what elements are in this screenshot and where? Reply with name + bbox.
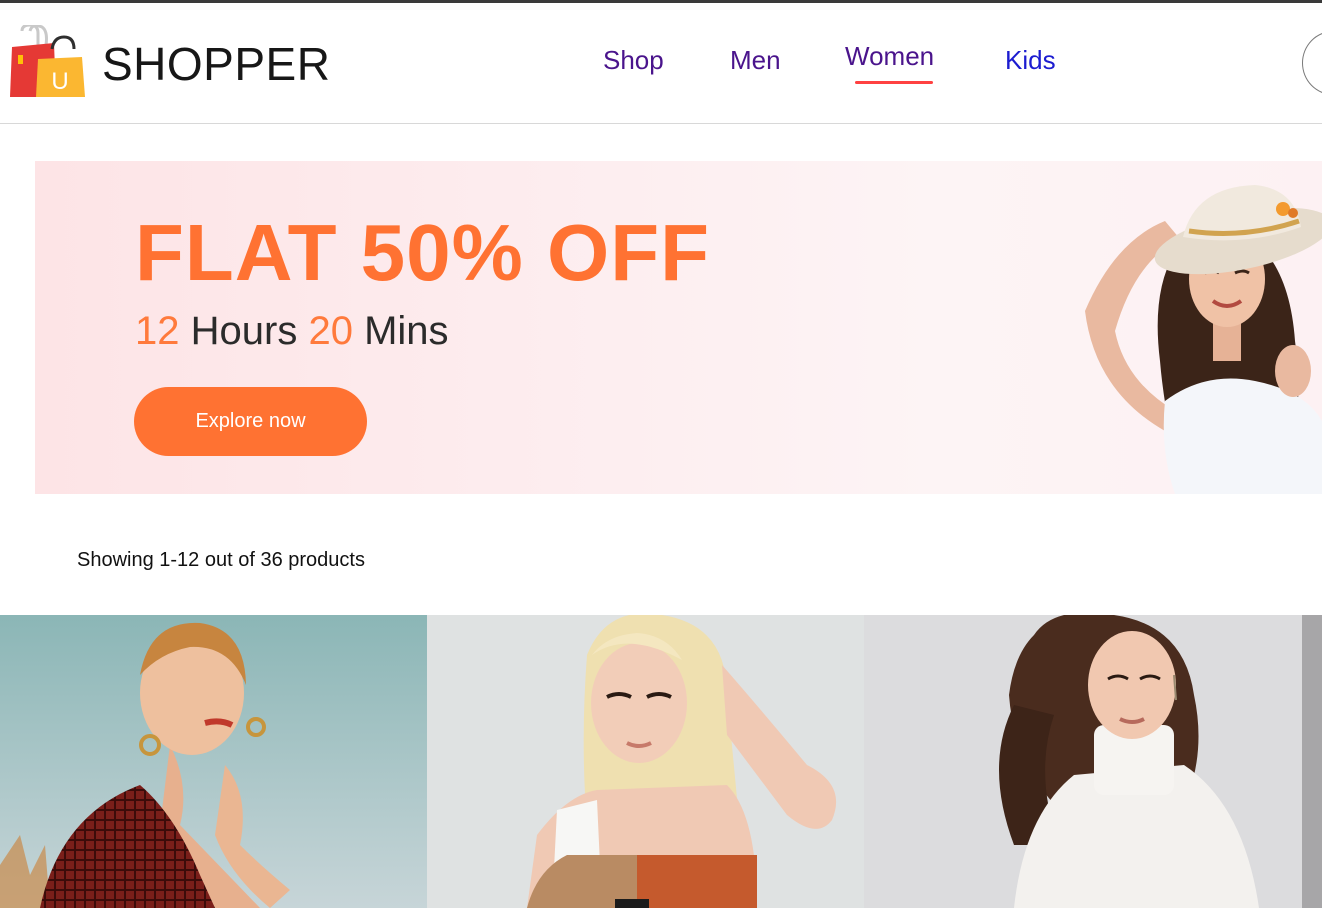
woman-white-turtleneck-photo [864, 615, 1302, 908]
navbar: U SHOPPER Shop Men Women Kids [0, 3, 1322, 124]
countdown-hours: 12 [135, 309, 180, 353]
countdown-hours-label: Hours [190, 309, 298, 353]
nav-women[interactable]: Women [845, 41, 934, 72]
woman-red-patterned-top-photo [0, 615, 427, 908]
active-nav-underline [855, 81, 933, 84]
woman-blonde-tank-top-photo [427, 615, 864, 908]
logo-letter: U [51, 68, 68, 95]
login-button[interactable] [1302, 31, 1322, 95]
nav-shop[interactable]: Shop [603, 45, 664, 76]
product-card[interactable] [0, 615, 427, 908]
nav-kids[interactable]: Kids [1005, 45, 1056, 76]
hero-banner: FLAT 50% OFF 12 Hours 20 Mins Explore no… [35, 161, 1322, 494]
explore-now-button[interactable]: Explore now [134, 387, 367, 456]
shopping-bags-icon[interactable]: U [8, 23, 88, 101]
product-card[interactable] [1302, 615, 1322, 908]
product-image-partial [1302, 615, 1322, 908]
product-card[interactable] [427, 615, 864, 908]
hero-countdown: 12 Hours 20 Mins [135, 309, 449, 354]
nav-men[interactable]: Men [730, 45, 781, 76]
hero-headline: FLAT 50% OFF [135, 208, 710, 297]
hero-model-image [1055, 161, 1322, 494]
product-card[interactable] [864, 615, 1302, 908]
countdown-mins-label: Mins [364, 309, 449, 353]
countdown-mins: 20 [308, 309, 353, 353]
brand-name[interactable]: SHOPPER [102, 37, 330, 91]
results-count: Showing 1-12 out of 36 products [77, 549, 365, 571]
